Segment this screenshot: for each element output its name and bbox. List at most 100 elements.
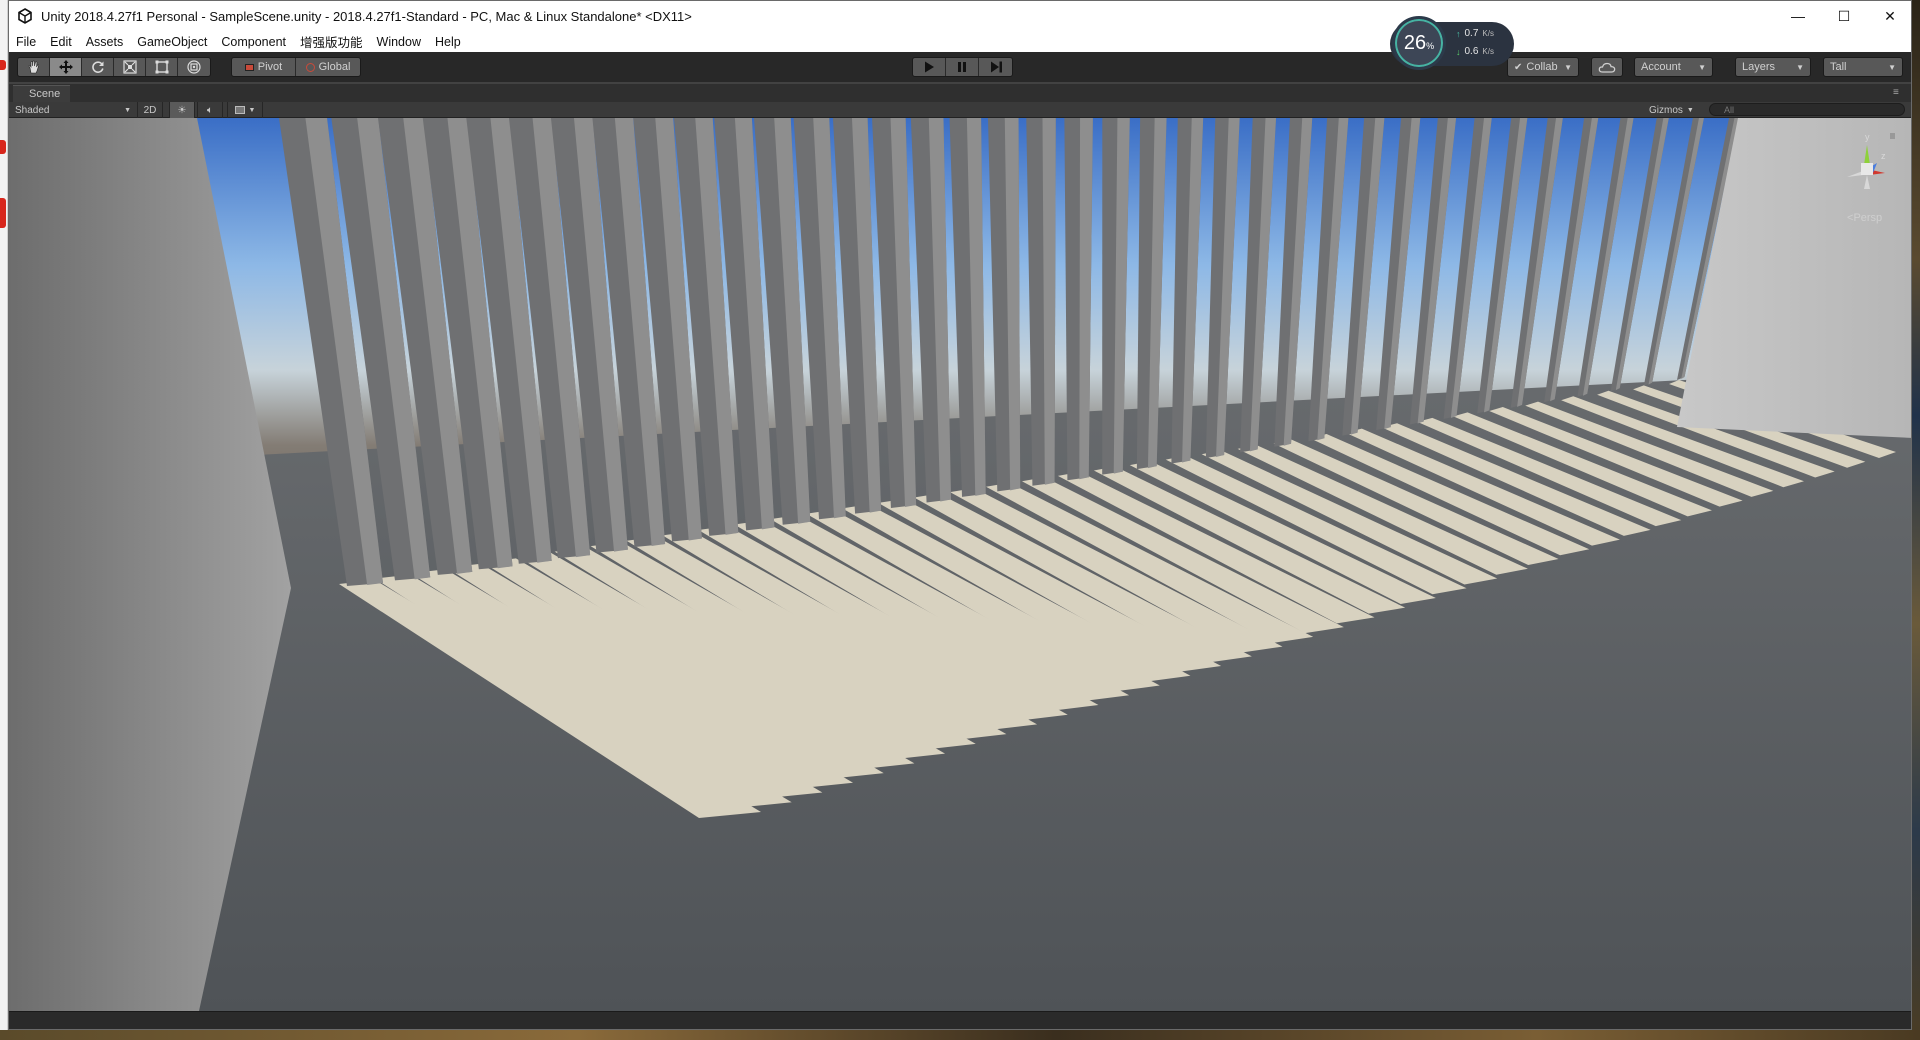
play-icon <box>925 61 934 73</box>
window-title: Unity 2018.4.27f1 Personal - SampleScene… <box>41 8 692 24</box>
global-icon <box>305 62 315 72</box>
combined-transform-icon <box>187 60 201 74</box>
collab-label: Collab <box>1526 61 1558 73</box>
speaker-icon: 🔈︎ <box>207 104 213 116</box>
pivot-label: Pivot <box>257 61 283 73</box>
menu-gameobject[interactable]: GameObject <box>130 35 214 49</box>
percent-sign: % <box>1426 41 1435 51</box>
tab-menu-icon[interactable]: ≡ <box>1893 87 1899 98</box>
rotate-icon <box>91 61 104 73</box>
close-icon: ✕ <box>1884 7 1896 24</box>
cpu-usage-circle: 26% <box>1392 16 1446 70</box>
search-placeholder: All <box>1724 104 1735 115</box>
layers-label: Layers <box>1742 61 1776 73</box>
minimize-icon: — <box>1791 8 1805 24</box>
pause-button[interactable] <box>946 58 979 76</box>
collab-dropdown[interactable]: ✔ Collab ▼ <box>1507 57 1579 77</box>
network-speed-widget[interactable]: 26% ↑ 0.7 K/s ↓ 0.6 K/s <box>1390 16 1514 70</box>
desktop-wallpaper-edge <box>1912 0 1920 1040</box>
upload-rate: ↑ 0.7 K/s <box>1456 28 1494 39</box>
upload-unit: K/s <box>1482 29 1494 38</box>
scale-tool-button[interactable] <box>114 58 146 76</box>
hand-icon <box>28 60 39 74</box>
scene-tab[interactable]: Scene <box>13 85 71 102</box>
menu-component[interactable]: Component <box>214 35 293 49</box>
arrow-down-icon: ↓ <box>1456 46 1461 57</box>
effects-dropdown[interactable]: ▼ <box>227 102 263 118</box>
download-rate: ↓ 0.6 K/s <box>1456 46 1494 57</box>
handle-position-group: Pivot Global <box>231 57 361 77</box>
cloud-button[interactable] <box>1591 57 1623 77</box>
step-icon <box>990 61 1002 73</box>
rotate-tool-button[interactable] <box>82 58 114 76</box>
scene-viewport[interactable] <box>9 118 1911 1011</box>
menu-file[interactable]: File <box>9 35 43 49</box>
desktop-left-edge <box>0 0 8 1040</box>
unity-logo-icon <box>18 8 32 24</box>
draw-mode-label: Shaded <box>15 104 50 116</box>
cloud-icon <box>1598 62 1616 73</box>
gizmo-z-label: z <box>1881 151 1886 161</box>
transform-tool-button[interactable] <box>178 58 210 76</box>
chevron-down-icon: ▼ <box>248 106 256 114</box>
menu-assets[interactable]: Assets <box>79 35 131 49</box>
move-tool-button[interactable] <box>50 58 82 76</box>
audio-toggle[interactable]: 🔈︎ <box>197 102 223 118</box>
account-dropdown[interactable]: Account ▼ <box>1634 57 1713 77</box>
chevron-down-icon: ▼ <box>1698 62 1706 72</box>
layers-dropdown[interactable]: Layers ▼ <box>1735 57 1811 77</box>
lighting-toggle[interactable]: ☀ <box>169 102 195 118</box>
pivot-icon <box>244 63 254 71</box>
gizmo-y-label: y <box>1865 132 1870 142</box>
scene-search-input[interactable]: All <box>1709 103 1905 116</box>
scene-tab-label: Scene <box>29 88 61 100</box>
2d-label: 2D <box>143 104 157 116</box>
menu-enhanced-features[interactable]: 增强版功能 <box>293 32 370 51</box>
layout-dropdown[interactable]: Tall ▼ <box>1823 57 1903 77</box>
download-unit: K/s <box>1482 47 1494 56</box>
scene-view-toolbar: Shaded ▼ 2D ☀ 🔈︎ ▼ Gizmos ▼ All <box>9 102 1911 118</box>
check-icon: ✔ <box>1514 61 1523 73</box>
menu-help[interactable]: Help <box>428 35 468 49</box>
chevron-down-icon: ▼ <box>124 106 131 114</box>
lock-icon[interactable] <box>1890 133 1895 139</box>
upload-value: 0.7 <box>1464 28 1479 39</box>
gizmos-dropdown[interactable]: Gizmos ▼ <box>1649 102 1701 118</box>
close-button[interactable]: ✕ <box>1867 1 1911 31</box>
minimize-button[interactable]: — <box>1775 1 1821 31</box>
persp-text: Persp <box>1853 212 1883 224</box>
status-bar <box>9 1011 1911 1029</box>
pivot-toggle[interactable]: Pivot <box>232 58 296 76</box>
menu-window[interactable]: Window <box>370 35 428 49</box>
hand-tool-button[interactable] <box>18 58 50 76</box>
menu-edit[interactable]: Edit <box>43 35 79 49</box>
desktop-icon-fragment <box>0 140 6 154</box>
chevron-down-icon: ▼ <box>1686 106 1694 114</box>
rect-tool-button[interactable] <box>146 58 178 76</box>
orientation-gizmo[interactable]: y z <box>1835 125 1899 221</box>
step-button[interactable] <box>979 58 1012 76</box>
desktop-icon-fragment <box>0 60 6 70</box>
2d-mode-toggle[interactable]: 2D <box>137 102 163 118</box>
move-arrows-icon <box>58 60 73 74</box>
title-bar[interactable]: Unity 2018.4.27f1 Personal - SampleScene… <box>9 1 1911 31</box>
image-effects-icon <box>234 106 245 114</box>
projection-label[interactable]: <Persp <box>1847 212 1882 224</box>
global-label: Global <box>318 61 351 73</box>
playmode-controls <box>912 57 1013 77</box>
unity-editor-window: Unity 2018.4.27f1 Personal - SampleScene… <box>8 0 1912 1030</box>
chevron-down-icon: ▼ <box>1564 62 1572 72</box>
global-toggle[interactable]: Global <box>296 58 360 76</box>
cpu-percent: 26 <box>1403 31 1427 54</box>
scale-icon <box>122 60 137 74</box>
desktop-icon-fragment <box>0 198 6 228</box>
desktop-wallpaper-bottom <box>0 1030 1920 1040</box>
scene-render <box>9 118 1911 1011</box>
account-label: Account <box>1641 61 1681 73</box>
pause-icon <box>958 62 966 72</box>
layout-label: Tall <box>1830 61 1847 73</box>
play-button[interactable] <box>913 58 946 76</box>
maximize-button[interactable]: ☐ <box>1821 1 1867 31</box>
main-toolbar: Pivot Global ✔ Collab ▼ Account ▼ Layers… <box>9 52 1911 82</box>
draw-mode-dropdown[interactable]: Shaded ▼ <box>15 102 133 118</box>
